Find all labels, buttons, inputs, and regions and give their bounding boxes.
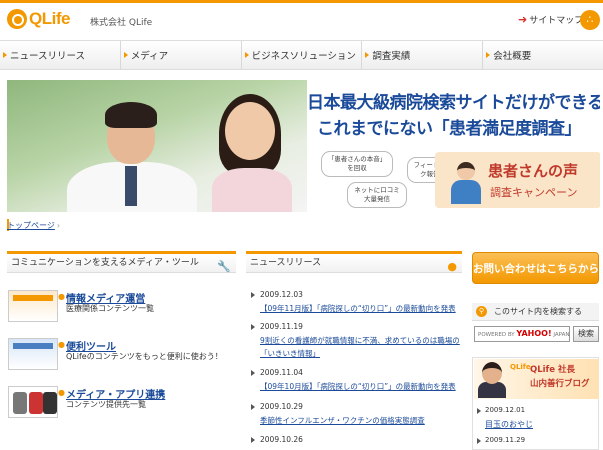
chevron-right-icon: ›: [56, 221, 61, 230]
sitemap-label: サイトマップ: [529, 16, 584, 26]
site-search-heading: このサイト内を検索する: [472, 303, 599, 321]
bullet-icon: ●: [58, 292, 65, 301]
rss-icon[interactable]: ∴: [580, 10, 600, 30]
campaign-title: 患者さんの声: [488, 162, 579, 180]
hero-headline-1: 日本最大級病院検索サイトだけができる: [307, 93, 600, 113]
ceo-portrait: [478, 362, 506, 398]
news-link[interactable]: 9割近くの看護師が就職情報に不満、求めているのは職場の: [250, 335, 464, 346]
media-item-apps[interactable]: ● メディア・アプリ連携 コンテンツ提供先一覧: [8, 384, 238, 422]
news-item: 2009.12.03 【09年11月版】「病院探しの“切り口”」の最新動向を発表: [250, 290, 464, 314]
news-date: 2009.12.03: [250, 290, 464, 299]
tools-icon: 🔧: [217, 260, 231, 273]
breadcrumb[interactable]: トップページ ›: [7, 220, 60, 231]
nav-item-media[interactable]: メディア: [119, 41, 241, 69]
campaign-subtitle: 調査キャンペーン: [490, 186, 578, 199]
news-link[interactable]: 季節性インフルエンザ・ワクチンの価格実態調査: [250, 415, 464, 426]
nav-item-company[interactable]: 会社概要: [482, 41, 603, 69]
global-nav: ニュースリリース メディア ビジネスソリューション 調査実績 会社概要: [0, 40, 603, 70]
hero-banner[interactable]: 日本最大級病院検索サイトだけができる これまでにない「患者満足度調査」 「患者さ…: [7, 80, 600, 212]
media-item-info[interactable]: ● 情報メディア運営 医療関係コンテンツ一覧: [8, 288, 238, 326]
news-link-cont[interactable]: 「いきいき情報」: [250, 348, 464, 359]
blog-entry-link[interactable]: 目玉のおやじ: [485, 419, 533, 430]
apps-thumbnail: [8, 386, 58, 418]
media-heading-text: コミュニケーションを支えるメディア・ツール: [11, 258, 199, 268]
contact-button[interactable]: お問い合わせはこちらから: [472, 252, 599, 284]
media-item-desc: 医療関係コンテンツ一覧: [66, 304, 154, 313]
blog-entry-date: 2009.12.01: [476, 406, 526, 414]
media-section-heading: コミュニケーションを支えるメディア・ツール 🔧: [7, 251, 236, 273]
site-logo[interactable]: QLife: [7, 9, 70, 29]
news-link[interactable]: 【09年11月版】「病院探しの“切り口”」の最新動向を発表: [250, 303, 464, 314]
campaign-box[interactable]: 患者さんの声 調査キャンペーン: [435, 152, 600, 208]
hero-bubble-reviews: ネットに口コミ大量発信: [347, 182, 407, 208]
media-item-desc: コンテンツ提供先一覧: [66, 400, 146, 409]
hero-headline-2: これまでにない「患者満足度調査」: [317, 119, 582, 139]
blog-title-1: QLife 社長: [530, 365, 575, 375]
news-heading-text: ニュースリリース: [250, 258, 322, 268]
blog-logo-text: QLife: [510, 363, 531, 371]
patient-illustration: [449, 162, 483, 204]
hero-photo: [7, 80, 307, 212]
nav-item-research[interactable]: 調査実績: [361, 41, 482, 69]
blog-title-2: 山内善行ブログ: [530, 379, 590, 389]
news-section-heading: ニュースリリース ●: [246, 251, 462, 273]
news-date: 2009.10.29: [250, 402, 464, 411]
news-item: 2009.10.29 季節性インフルエンザ・ワクチンの価格実態調査: [250, 402, 464, 426]
company-name: 株式会社 QLife: [90, 18, 153, 28]
doctor-illustration: [57, 100, 197, 212]
search-button[interactable]: 検索: [573, 326, 599, 342]
yahoo-logo: YAHOO!: [516, 329, 552, 338]
blog-entry-date: 2009.11.29: [476, 436, 526, 444]
logo-text: QLife: [29, 9, 70, 28]
tools-thumbnail: [8, 338, 58, 370]
news-link[interactable]: 【09年10月版】「病院探しの“切り口”」の最新動向を発表: [250, 381, 464, 392]
sitemap-link[interactable]: ➜ サイトマップ: [518, 13, 583, 26]
breadcrumb-home[interactable]: トップページ: [7, 221, 55, 230]
bullet-icon: ●: [58, 340, 65, 349]
news-date: 2009.11.19: [250, 322, 464, 331]
news-date: 2009.10.26: [250, 435, 464, 444]
news-date: 2009.11.04: [250, 368, 464, 377]
qlife-logo-icon: [7, 9, 27, 29]
search-input[interactable]: POWERED BY YAHOO! JAPAN: [474, 326, 570, 342]
yahoo-japan-label: JAPAN: [553, 332, 570, 338]
ceo-blog-box: QLife QLife 社長 山内善行ブログ 2009.12.01 目玉のおやじ…: [472, 357, 599, 450]
media-item-tools[interactable]: ● 便利ツール QLifeのコンテンツをもっと便利に使おう！: [8, 336, 238, 374]
bullet-icon: ●: [58, 388, 65, 397]
info-media-thumbnail: [8, 290, 58, 322]
media-item-desc: QLifeのコンテンツをもっと便利に使おう！: [66, 352, 223, 361]
search-icon: ⚲: [476, 306, 487, 317]
search-powered-label: POWERED BY: [478, 332, 515, 338]
nav-item-business[interactable]: ビジネスソリューション: [240, 41, 362, 69]
ceo-blog-banner[interactable]: QLife QLife 社長 山内善行ブログ: [474, 359, 599, 399]
lightbulb-icon: ●: [447, 260, 457, 273]
news-item: 2009.11.04 【09年10月版】「病院探しの“切り口”」の最新動向を発表: [250, 368, 464, 392]
nav-item-news[interactable]: ニュースリリース: [0, 41, 120, 69]
site-header: QLife 株式会社 QLife ➜ サイトマップ ∴: [0, 3, 603, 37]
pushpin-icon: ➜: [518, 13, 528, 26]
news-item: 2009.11.19 9割近くの看護師が就職情報に不満、求めているのは職場の 「…: [250, 322, 464, 359]
news-item: 2009.10.26: [250, 435, 464, 444]
hero-bubble-voice: 「患者さんの本音」を回収: [321, 151, 393, 177]
